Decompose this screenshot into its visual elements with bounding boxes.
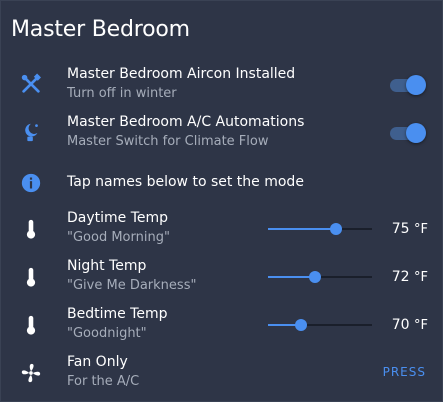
entity-row-ac-automations: Master Bedroom A/C Automations Master Sw…	[1, 111, 442, 151]
thermometer-icon	[19, 313, 43, 337]
entity-secondary: Master Switch for Climate Flow	[67, 134, 269, 149]
info-text: Tap names below to set the mode	[67, 174, 304, 190]
entity-row-night-temp: Night Temp "Give Me Darkness" 72 °F	[1, 255, 442, 295]
entity-name[interactable]: Master Bedroom Aircon Installed	[67, 64, 295, 84]
daytime-temp-slider[interactable]	[268, 222, 372, 236]
bedtime-temp-slider[interactable]	[268, 318, 372, 332]
entity-secondary: "Give Me Darkness"	[67, 278, 197, 293]
night-temp-value: 72 °F	[391, 269, 428, 285]
thermometer-icon	[19, 217, 43, 241]
fan-icon	[19, 361, 43, 385]
entity-secondary: Turn off in winter	[67, 86, 177, 101]
entity-name[interactable]: Bedtime Temp	[67, 304, 168, 324]
entity-row-daytime-temp: Daytime Temp "Good Morning" 75 °F	[1, 207, 442, 247]
entity-row-bedtime-temp: Bedtime Temp "Goodnight" 70 °F	[1, 303, 442, 343]
card-title: Master Bedroom	[11, 17, 190, 42]
entity-name[interactable]: Fan Only	[67, 352, 139, 372]
fan-only-press-button[interactable]: PRESS	[383, 365, 426, 379]
entity-secondary: "Goodnight"	[67, 326, 147, 341]
entities-card: Master Bedroom Master Bedroom Aircon Ins…	[0, 0, 443, 402]
slider-thumb[interactable]	[330, 223, 342, 235]
entity-name[interactable]: Master Bedroom A/C Automations	[67, 112, 304, 132]
entity-secondary: "Good Morning"	[67, 230, 170, 245]
entity-row-aircon-installed: Master Bedroom Aircon Installed Turn off…	[1, 63, 442, 103]
entity-row-fan-only: Fan Only For the A/C PRESS	[1, 351, 442, 391]
entity-row-info: Tap names below to set the mode	[1, 169, 442, 197]
tools-icon	[19, 72, 43, 96]
entity-name[interactable]: Daytime Temp	[67, 208, 170, 228]
night-temp-slider[interactable]	[268, 270, 372, 284]
ac-automations-toggle[interactable]	[390, 122, 426, 144]
entity-name[interactable]: Night Temp	[67, 256, 196, 276]
thermometer-icon	[19, 265, 43, 289]
daytime-temp-value: 75 °F	[391, 221, 428, 237]
entity-secondary: For the A/C	[67, 374, 140, 389]
info-icon	[19, 171, 43, 195]
bedtime-temp-value: 70 °F	[391, 317, 428, 333]
slider-thumb[interactable]	[309, 271, 321, 283]
aircon-installed-toggle[interactable]	[390, 74, 426, 96]
slider-thumb[interactable]	[295, 319, 307, 331]
robot-icon	[19, 120, 43, 144]
